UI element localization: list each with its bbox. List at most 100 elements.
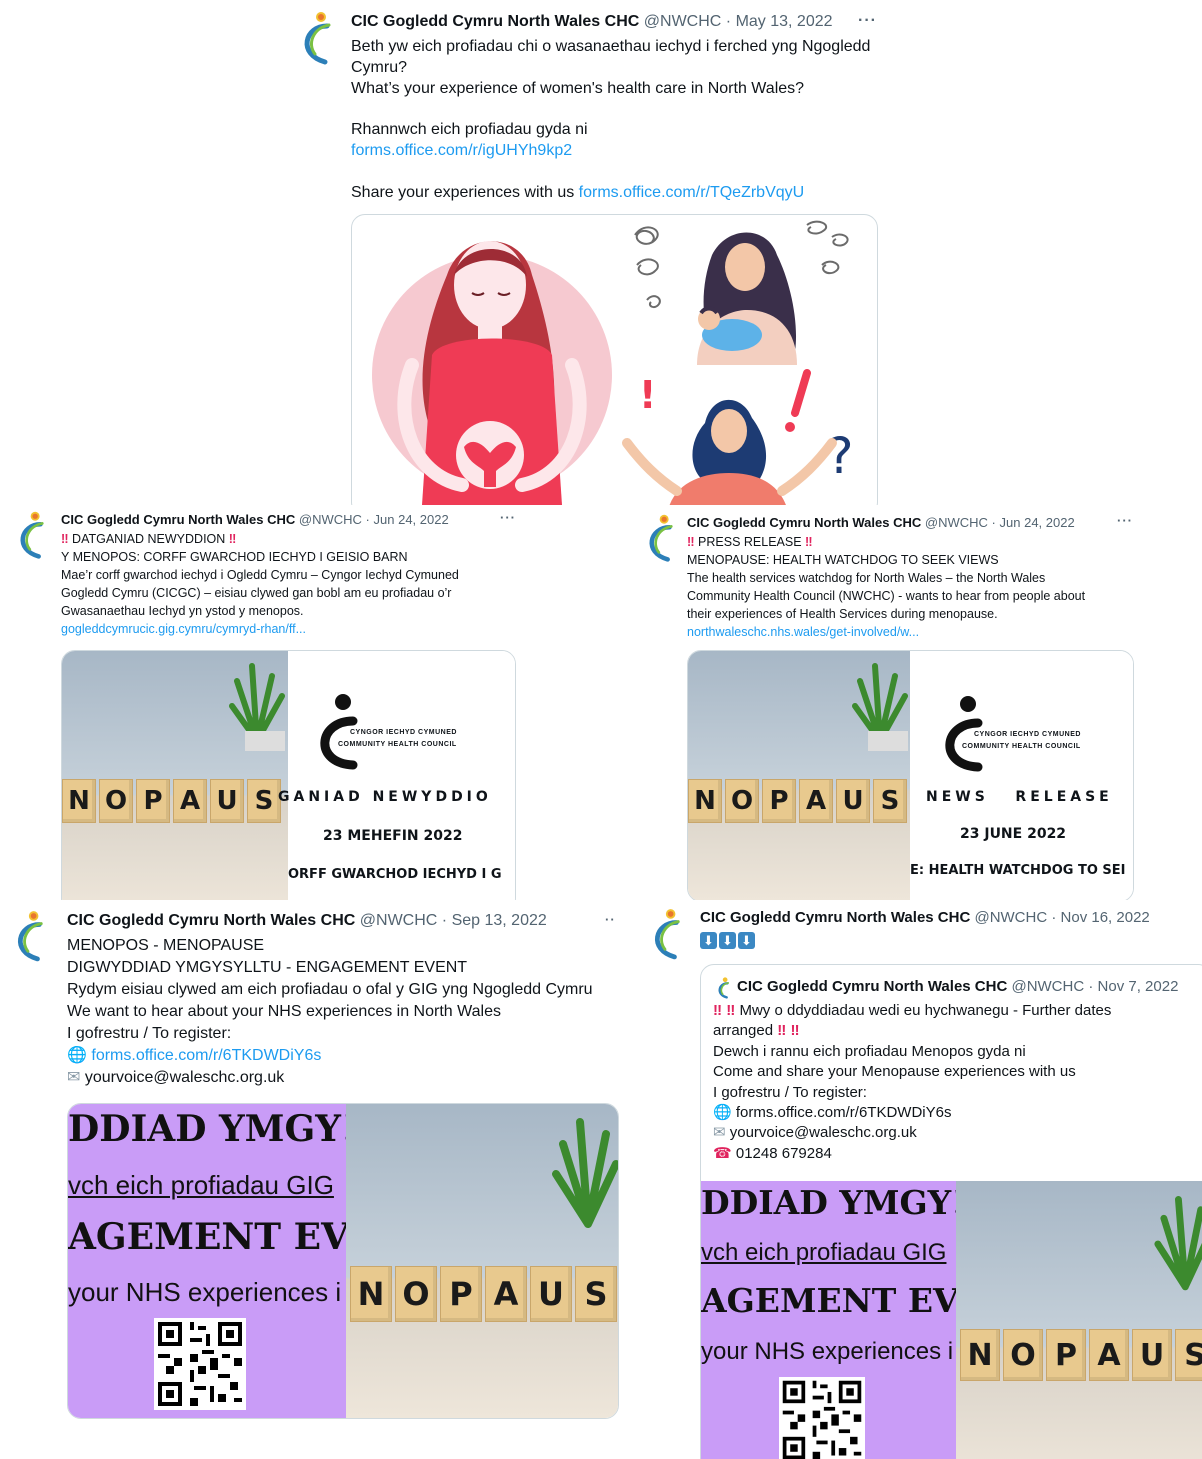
tweet-further-dates[interactable]: CIC Gogledd Cymru North Wales CHC @NWCHC… — [630, 900, 1202, 1459]
telephone-icon: ☎ — [713, 1144, 732, 1162]
down-arrow-icon: ⬇ — [700, 932, 717, 949]
link-card-image[interactable]: N O P A U S CYNGOR IECHYD CYMUNED COMMUN… — [61, 650, 516, 900]
account-handle[interactable]: @NWCHC — [644, 13, 722, 30]
quote-line-welsh: Dewch i rannu eich profiadau Menopos gyd… — [713, 1042, 1026, 1060]
tweet-media-event-poster[interactable]: DDIAD YMGY! vch eich profiadau GIG AGEME… — [67, 1103, 619, 1419]
svg-text:!: ! — [639, 373, 656, 417]
letter-block: N — [960, 1329, 1000, 1381]
tweet-media-illustration[interactable]: ! ? — [351, 214, 878, 505]
press-headline: DATGANIAD NEWYDDION — [72, 532, 226, 546]
press-release-panel: CYNGOR IECHYD CYMUNED COMMUNITY HEALTH C… — [278, 651, 515, 900]
release-date: 23 MEHEFIN 2022 — [323, 828, 463, 844]
double-exclamation-icon: ‼ — [61, 532, 69, 546]
poster-line-english: your NHS experiences i — [701, 1338, 954, 1365]
more-options-icon[interactable]: ··· — [858, 12, 877, 30]
quoted-media[interactable]: DDIAD YMGY! vch eich profiadau GIG AGEME… — [701, 1181, 1202, 1459]
double-exclamation-icon: ‼ — [805, 535, 813, 549]
link-card-image[interactable]: N O P A U S CYNGOR IECHYD CYMUNED COMMUN… — [687, 650, 1134, 900]
survey-link-english[interactable]: forms.office.com/r/TQeZrbVqyU — [579, 184, 805, 201]
chc-logo-avatar[interactable] — [291, 10, 335, 66]
chc-logo-avatar[interactable] — [637, 513, 677, 563]
qr-code-icon — [154, 1318, 246, 1410]
separator-dot: · — [1088, 978, 1094, 995]
letter-block: O — [99, 779, 133, 823]
chc-logo-avatar[interactable] — [5, 908, 47, 964]
tweet-line-title: MENOPOS - MENOPAUSE — [67, 937, 265, 954]
letter-block: A — [173, 779, 207, 823]
letter-block: O — [725, 779, 759, 823]
globe-icon: 🌐 — [713, 1104, 732, 1122]
question-mark-glyph: ? — [827, 427, 854, 485]
poster-line-english: your NHS experiences i — [68, 1277, 342, 1307]
quoted-tweet[interactable]: CIC Gogledd Cymru North Wales CHC @NWCHC… — [700, 964, 1202, 1459]
woman-uterus-illustration — [372, 241, 612, 505]
chc-logo-avatar[interactable] — [8, 510, 48, 560]
tweet-line-english: We want to hear about your NHS experienc… — [67, 1003, 501, 1020]
tweet-line-event: DIGWYDDIAD YMGYSYLLTU - ENGAGEMENT EVENT — [67, 959, 468, 976]
quote-line-register: I gofrestru / To register: — [713, 1083, 867, 1101]
phone-number: 01248 679284 — [735, 1144, 832, 1162]
account-name[interactable]: CIC Gogledd Cymru North Wales CHC — [700, 909, 970, 926]
tweet-body: Y MENOPOS: CORFF GWARCHOD IECHYD I GEISI… — [61, 550, 459, 618]
tweet-date[interactable]: Jun 24, 2022 — [374, 512, 449, 527]
letter-block: O — [1003, 1329, 1043, 1381]
email-address: yourvoice@waleschc.org.uk — [84, 1069, 285, 1086]
tweet-date[interactable]: May 13, 2022 — [736, 13, 833, 30]
more-options-icon[interactable]: ··· — [1117, 513, 1133, 528]
event-poster: DDIAD YMGY! vch eich profiadau GIG AGEME… — [701, 1181, 956, 1459]
tweet-date[interactable]: Sep 13, 2022 — [452, 912, 547, 929]
registration-link[interactable]: forms.office.com/r/6TKDWDiY6s — [736, 1104, 952, 1121]
more-options-icon[interactable]: ··· — [500, 510, 516, 525]
article-link[interactable]: northwaleschc.nhs.wales/get-involved/w..… — [687, 623, 1192, 641]
letter-block: A — [485, 1266, 527, 1322]
double-exclamation-icon: ‼ ‼ — [777, 1022, 800, 1040]
account-name[interactable]: CIC Gogledd Cymru North Wales CHC — [351, 13, 639, 30]
logo-text-english: COMMUNITY HEALTH COUNCIL — [338, 741, 457, 748]
separator-dot: · — [365, 512, 370, 527]
plant-icon — [552, 1118, 618, 1228]
tweet-datganiad-newyddion[interactable]: CIC Gogledd Cymru North Wales CHC @NWCHC… — [0, 505, 528, 900]
tweet-line-welsh: Rydym eisiau clywed am eich profiadau o … — [67, 981, 593, 998]
letter-block: U — [530, 1266, 572, 1322]
menopause-letter-blocks: N O P A U S — [960, 1329, 1202, 1381]
letter-block: U — [1132, 1329, 1172, 1381]
double-exclamation-icon: ‼ — [687, 535, 695, 549]
account-handle[interactable]: @NWCHC — [360, 912, 438, 929]
press-headline: PRESS RELEASE — [698, 535, 802, 549]
poster-line-english-title: AGEMENT EV — [68, 1216, 346, 1258]
account-handle[interactable]: @NWCHC — [1011, 978, 1084, 995]
letter-block: P — [1046, 1329, 1086, 1381]
account-name[interactable]: CIC Gogledd Cymru North Wales CHC — [687, 515, 921, 530]
letter-block: A — [799, 779, 833, 823]
account-name[interactable]: CIC Gogledd Cymru North Wales CHC — [67, 912, 355, 929]
account-handle[interactable]: @NWCHC — [974, 909, 1047, 926]
survey-link-welsh[interactable]: forms.office.com/r/igUHYh9kp2 — [351, 141, 886, 162]
letter-block: N — [688, 779, 722, 823]
account-handle[interactable]: @NWCHC — [299, 512, 362, 527]
menopause-letter-blocks: N O P A U S — [350, 1266, 617, 1322]
confused-woman-illustration: ! ? — [622, 369, 854, 505]
account-name[interactable]: CIC Gogledd Cymru North Wales CHC — [61, 512, 295, 527]
plant-icon — [852, 663, 908, 751]
tweet-press-release[interactable]: CIC Gogledd Cymru North Wales CHC @NWCHC… — [630, 505, 1202, 900]
down-arrow-icon: ⬇ — [719, 932, 736, 949]
quoted-tweet-date[interactable]: Nov 7, 2022 — [1098, 978, 1179, 995]
account-handle[interactable]: @NWCHC — [925, 515, 988, 530]
tweet-text-welsh-1: Beth yw eich profiadau chi o wasanaethau… — [351, 38, 871, 55]
tweet-date[interactable]: Nov 16, 2022 — [1061, 909, 1150, 926]
letter-block: O — [395, 1266, 437, 1322]
letter-block: U — [836, 779, 870, 823]
article-link[interactable]: gogleddcymrucic.gig.cymru/cymryd-rhan/ff… — [61, 620, 521, 638]
tweet-engagement-event[interactable]: CIC Gogledd Cymru North Wales CHC @NWCHC… — [0, 900, 630, 1459]
double-exclamation-icon: ‼ ‼ — [713, 1002, 736, 1019]
tweet-womens-health[interactable]: CIC Gogledd Cymru North Wales CHC @NWCHC… — [283, 0, 893, 505]
press-release-title: GANIAD NEWYDDIO — [278, 789, 492, 805]
release-subtitle: ORFF GWARCHOD IECHYD I G — [288, 867, 502, 882]
chc-logo-avatar-small[interactable] — [713, 977, 731, 999]
chc-logo-avatar[interactable] — [642, 906, 684, 962]
registration-link[interactable]: forms.office.com/r/6TKDWDiY6s — [91, 1047, 321, 1064]
account-name[interactable]: CIC Gogledd Cymru North Wales CHC — [737, 978, 1007, 995]
more-options-icon[interactable]: ·· — [605, 912, 616, 927]
tweet-date[interactable]: Jun 24, 2022 — [1000, 515, 1075, 530]
logo-text-welsh: CYNGOR IECHYD CYMUNED — [974, 731, 1081, 738]
